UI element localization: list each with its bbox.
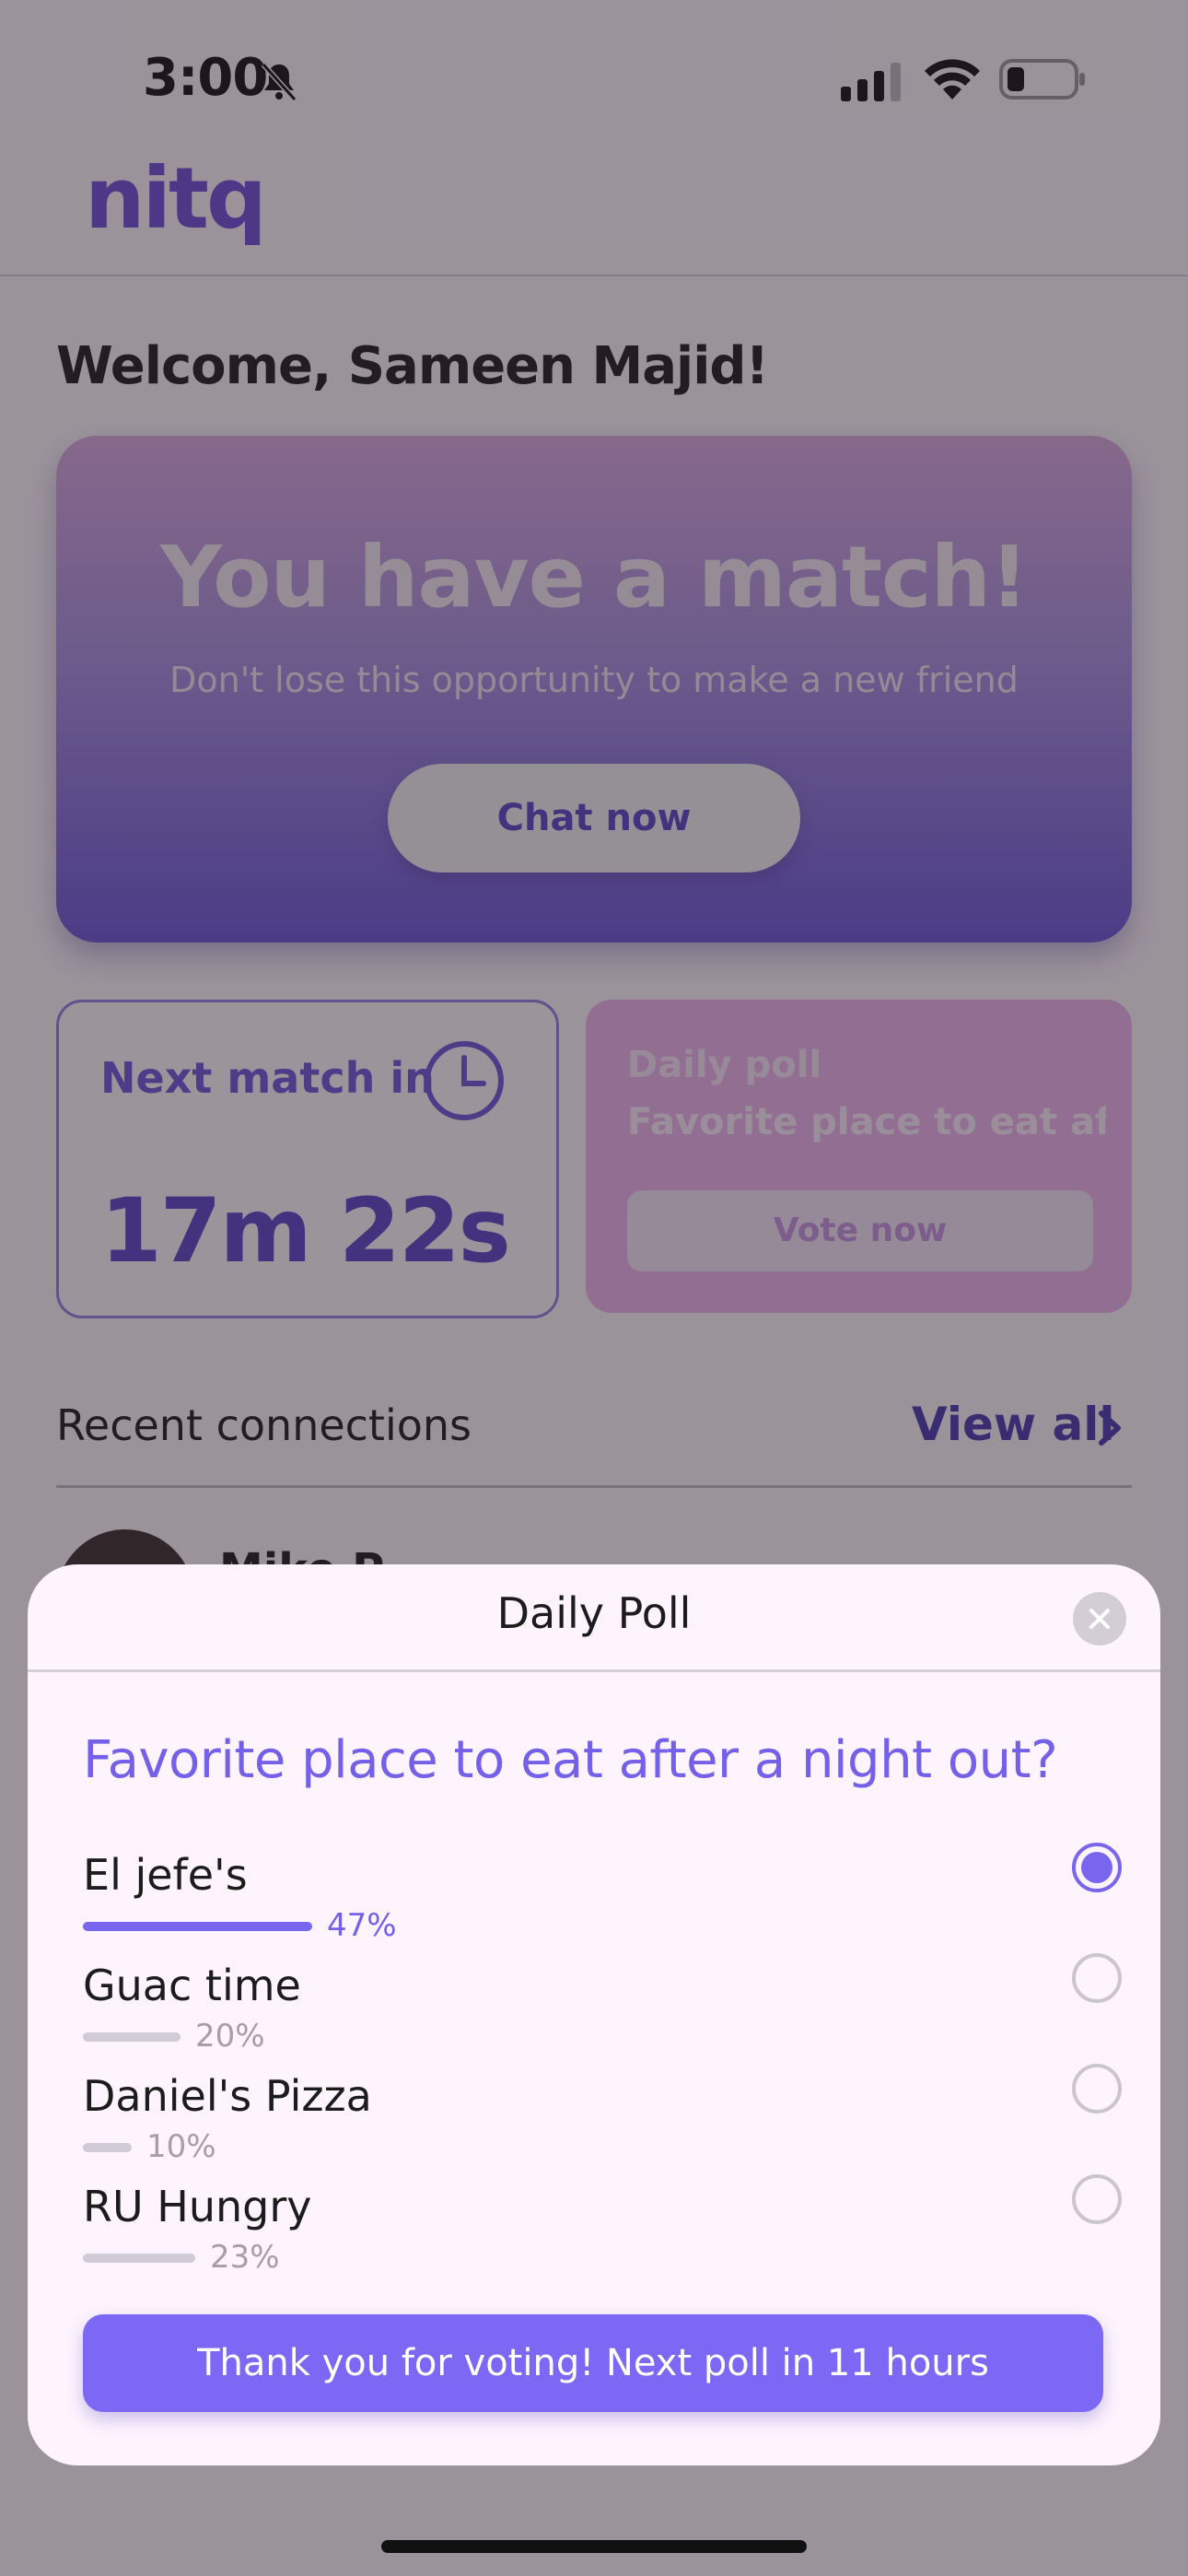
- close-button[interactable]: [1073, 1592, 1126, 1645]
- close-icon: [1089, 1609, 1110, 1629]
- poll-option[interactable]: El jefe's 47%: [83, 1843, 1133, 1951]
- poll-option-label: RU Hungry: [83, 2182, 312, 2231]
- poll-option[interactable]: Daniel's Pizza 10%: [83, 2064, 1133, 2172]
- poll-question: Favorite place to eat after a night out?: [83, 1730, 1058, 1790]
- radio-button[interactable]: [1072, 2064, 1122, 2113]
- poll-result-bar: [83, 2254, 195, 2263]
- vote-confirmation-banner: Thank you for voting! Next poll in 11 ho…: [83, 2314, 1103, 2412]
- poll-result-bar: [83, 2032, 181, 2042]
- poll-option[interactable]: Guac time 20%: [83, 1953, 1133, 2062]
- radio-button[interactable]: [1072, 2174, 1122, 2224]
- poll-option-label: Guac time: [83, 1961, 301, 2010]
- radio-button[interactable]: [1072, 1843, 1122, 1892]
- poll-option[interactable]: RU Hungry 23%: [83, 2174, 1133, 2283]
- poll-option-label: El jefe's: [83, 1850, 248, 1900]
- poll-result-bar: [83, 1922, 312, 1931]
- poll-result-percent: 23%: [210, 2239, 280, 2276]
- daily-poll-modal: Daily Poll Favorite place to eat after a…: [28, 1564, 1160, 2465]
- modal-title: Daily Poll: [496, 1588, 692, 1638]
- poll-option-label: Daniel's Pizza: [83, 2071, 372, 2121]
- poll-result-percent: 10%: [146, 2128, 216, 2165]
- modal-header: Daily Poll: [28, 1564, 1160, 1672]
- radio-button[interactable]: [1072, 1953, 1122, 2003]
- poll-result-bar: [83, 2143, 132, 2152]
- home-indicator[interactable]: [381, 2540, 807, 2553]
- poll-result-percent: 47%: [327, 1907, 397, 1944]
- poll-result-percent: 20%: [195, 2018, 265, 2055]
